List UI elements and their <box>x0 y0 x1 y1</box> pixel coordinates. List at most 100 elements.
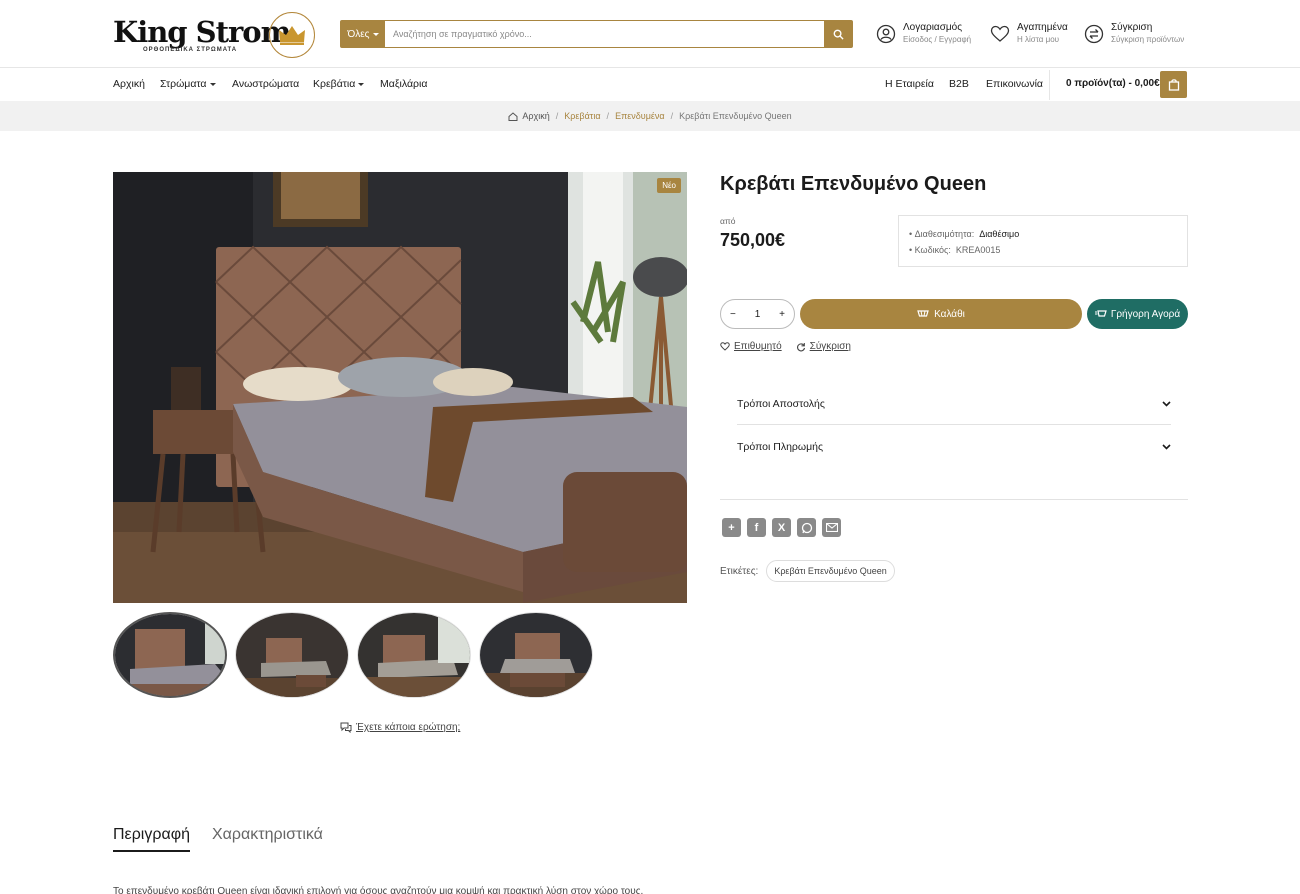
breadcrumb-upholstered[interactable]: Επενδυμένα <box>615 111 665 121</box>
nav-item-label: Επικοινωνία <box>986 78 1043 90</box>
nav-item-label: Η Εταιρεία <box>885 78 934 90</box>
breadcrumb-separator: / <box>555 111 559 121</box>
product-meta-box: • Διαθεσιμότητα: Διαθέσιμο • Κωδικός: KR… <box>898 215 1188 267</box>
nav-item-toppers[interactable]: Ανωστρώματα <box>232 78 299 90</box>
add-to-compare-link[interactable]: Σύγκριση <box>796 341 851 352</box>
chevron-down-icon <box>1162 444 1171 450</box>
cart-summary[interactable]: 0 προϊόν(τα) - 0,00€ <box>1066 78 1160 89</box>
ask-question-label: Έχετε κάποια ερώτηση; <box>356 722 461 733</box>
accordion-shipping-label: Τρόποι Αποστολής <box>737 397 825 410</box>
code-label: Κωδικός: <box>914 245 951 255</box>
site-logo[interactable]: King Strom ΟΡΘΟΠΕΔΙΚΑ ΣΤΡΩΜΑΤΑ <box>113 12 315 58</box>
section-divider <box>720 499 1188 500</box>
accordion-payment[interactable]: Τρόποι Πληρωμής <box>737 426 1171 468</box>
tab-features[interactable]: Χαρακτηριστικά <box>212 826 323 852</box>
nav-item-company[interactable]: Η Εταιρεία <box>885 78 934 90</box>
breadcrumb-home[interactable]: Αρχική <box>508 111 550 121</box>
x-twitter-icon[interactable]: X <box>772 518 791 537</box>
nav-item-contact[interactable]: Επικοινωνία <box>986 78 1043 90</box>
fast-cart-icon <box>1094 310 1107 317</box>
account-link[interactable]: Λογαριασμός Είσοδος / Εγγραφή <box>876 22 971 45</box>
code-row: • Κωδικός: KREA0015 <box>909 245 1001 255</box>
nav-item-b2b[interactable]: B2B <box>949 78 969 90</box>
add-to-cart-button[interactable]: Καλάθι <box>800 299 1082 329</box>
nav-item-label: Κρεβάτια <box>313 78 356 90</box>
thumbnail-2[interactable] <box>235 612 349 698</box>
breadcrumb-beds[interactable]: Κρεβάτια <box>564 111 600 121</box>
nav-item-mattresses[interactable]: Στρώματα <box>160 78 216 90</box>
cart-icon <box>917 310 929 317</box>
availability-value: Διαθέσιμο <box>979 229 1020 239</box>
account-subtitle: Είσοδος / Εγγραφή <box>903 35 972 44</box>
accordion-payment-label: Τρόποι Πληρωμής <box>737 441 824 453</box>
chevron-down-icon <box>358 82 365 86</box>
accordion-shipping[interactable]: Τρόποι Αποστολής <box>737 383 1171 425</box>
chevron-down-icon <box>1162 400 1171 407</box>
search-bar: Όλες <box>340 20 853 48</box>
logo-text: King Strom <box>113 15 291 49</box>
breadcrumb-current: Κρεβάτι Επενδυμένο Queen <box>679 111 792 121</box>
nav-item-label: Αρχική <box>113 78 145 90</box>
breadcrumb-separator: / <box>606 111 610 121</box>
chat-icon <box>340 722 352 733</box>
price-prefix: από <box>720 216 736 226</box>
heart-icon <box>990 25 1010 42</box>
nav-divider <box>1049 70 1050 100</box>
cart-button[interactable] <box>1160 71 1187 98</box>
account-title: Λογαριασμός <box>903 22 963 33</box>
nav-item-label: B2B <box>949 78 969 90</box>
nav-item-label: Μαξιλάρια <box>380 78 428 90</box>
product-actions: Επιθυμητό Σύγκριση <box>720 341 851 352</box>
share-buttons: + f X <box>722 518 841 537</box>
share-plus-icon[interactable]: + <box>722 518 741 537</box>
search-category-select[interactable]: Όλες <box>341 21 385 47</box>
user-icon <box>876 24 896 43</box>
tags-label: Ετικέτες: <box>720 565 759 577</box>
search-button[interactable] <box>824 21 852 47</box>
code-value: KREA0015 <box>955 245 1001 255</box>
breadcrumb-home-label: Αρχική <box>522 111 550 121</box>
new-badge: Νέο <box>657 178 681 193</box>
shopping-bag-icon <box>1168 79 1179 91</box>
wishlist-title: Αγαπημένα <box>1017 22 1068 33</box>
nav-item-home[interactable]: Αρχική <box>113 78 145 90</box>
availability-row: • Διαθεσιμότητα: Διαθέσιμο <box>909 229 1020 239</box>
plus-icon[interactable]: + <box>779 309 785 320</box>
thumbnail-4[interactable] <box>479 612 593 698</box>
main-nav: Αρχική Στρώματα Ανωστρώματα Κρεβάτια Μαξ… <box>0 68 1300 101</box>
nav-item-pillows[interactable]: Μαξιλάρια <box>380 78 427 90</box>
whatsapp-icon[interactable] <box>797 518 816 537</box>
facebook-icon[interactable]: f <box>747 518 766 537</box>
compare-title: Σύγκριση <box>1111 22 1153 33</box>
ask-question-link[interactable]: Έχετε κάποια ερώτηση; <box>340 722 460 733</box>
add-to-wishlist-link[interactable]: Επιθυμητό <box>720 341 782 352</box>
chevron-down-icon <box>209 82 216 86</box>
availability-label: Διαθεσιμότητα: <box>914 229 975 239</box>
nav-item-beds[interactable]: Κρεβάτια <box>313 78 365 90</box>
product-main-image[interactable]: Νέο <box>113 172 687 603</box>
product-title: Κρεβάτι Επενδυμένο Queen <box>720 173 987 195</box>
email-icon[interactable] <box>822 518 841 537</box>
tab-description[interactable]: Περιγραφή <box>113 826 190 852</box>
wishlist-subtitle: Η λίστα μου <box>1017 35 1060 44</box>
wishlist-label: Επιθυμητό <box>734 341 782 352</box>
refresh-icon <box>796 342 805 351</box>
nav-item-label: Στρώματα <box>160 78 207 90</box>
thumbnail-1[interactable] <box>113 612 227 698</box>
wishlist-link[interactable]: Αγαπημένα Η λίστα μου <box>990 22 1068 45</box>
search-input[interactable] <box>385 21 824 47</box>
minus-icon[interactable]: − <box>730 309 736 320</box>
quantity-stepper: − 1 + <box>720 299 795 329</box>
quantity-value[interactable]: 1 <box>755 309 761 320</box>
product-tabs: Περιγραφή Χαρακτηριστικά <box>113 826 323 852</box>
quick-buy-button[interactable]: Γρήγορη Αγορά <box>1087 299 1188 329</box>
description-text: Το επενδυμένο κρεβάτι Queen είναι ιδανικ… <box>113 886 644 894</box>
compare-label: Σύγκριση <box>809 341 851 352</box>
compare-link[interactable]: Σύγκριση Σύγκριση προϊόντων <box>1084 22 1184 45</box>
search-icon <box>833 29 844 40</box>
product-price: 750,00€ <box>720 230 786 250</box>
breadcrumb: Αρχική / Κρεβάτια / Επενδυμένα / Κρεβάτι… <box>0 101 1300 131</box>
thumbnail-3[interactable] <box>357 612 471 698</box>
bed-photo <box>113 172 687 603</box>
tag-pill[interactable]: Κρεβάτι Επενδυμένο Queen <box>766 560 895 582</box>
